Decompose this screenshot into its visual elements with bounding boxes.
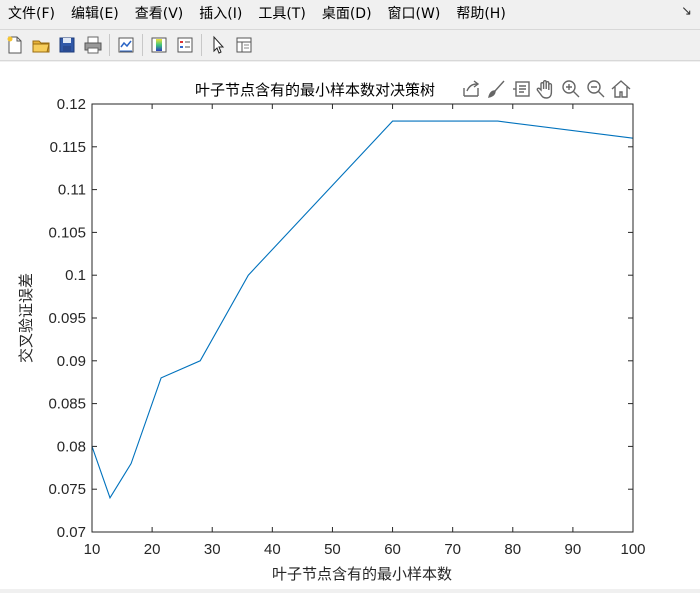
pan-icon[interactable] (536, 80, 553, 99)
menu-view[interactable]: 查看(V) (127, 0, 192, 28)
pointer-icon[interactable] (205, 32, 231, 58)
toolbar-separator (201, 34, 202, 56)
figure-toolbar (0, 29, 700, 61)
open-folder-icon[interactable] (28, 32, 54, 58)
menu-window[interactable]: 窗口(W) (380, 0, 449, 28)
y-tick-label: 0.11 (58, 182, 86, 199)
y-tick-label: 0.1 (65, 267, 86, 284)
data-tips-icon[interactable] (513, 81, 530, 97)
property-inspector-icon[interactable] (231, 32, 257, 58)
y-tick-label: 0.07 (57, 524, 86, 541)
menu-desktop[interactable]: 桌面(D) (314, 0, 380, 28)
menu-bar: 文件(F) 编辑(E) 查看(V) 插入(I) 工具(T) 桌面(D) 窗口(W… (0, 0, 700, 28)
menu-tools[interactable]: 工具(T) (250, 0, 313, 28)
y-tick-label: 0.08 (57, 438, 86, 455)
x-tick-label: 20 (144, 541, 161, 558)
figure-canvas: 10 20 30 40 50 60 70 80 90 100 0.07 0.075 0.08 0.085 0… (0, 62, 700, 589)
x-tick-label: 70 (444, 541, 461, 558)
y-tick-label: 0.09 (57, 353, 86, 370)
x-tick-label: 50 (324, 541, 341, 558)
save-icon[interactable] (54, 32, 80, 58)
x-tick-label: 40 (264, 541, 281, 558)
x-tick-label: 90 (565, 541, 582, 558)
menu-file[interactable]: 文件(F) (0, 0, 63, 28)
x-tick-label: 100 (620, 541, 645, 558)
chart-title: 叶子节点含有的最小样本数对决策树 (195, 81, 435, 99)
menu-edit[interactable]: 编辑(E) (63, 0, 127, 28)
brush-icon[interactable] (488, 80, 505, 98)
axes-background (92, 104, 633, 532)
x-tick-label: 30 (204, 541, 221, 558)
y-tick-label: 0.095 (48, 310, 86, 327)
axes-toolbar (463, 80, 631, 99)
legend-icon[interactable] (172, 32, 198, 58)
new-file-icon[interactable] (2, 32, 28, 58)
y-axis-label: 交叉验证误差 (17, 273, 35, 363)
zoom-out-icon[interactable] (587, 80, 605, 98)
y-tick-label: 0.105 (48, 224, 86, 241)
toolbar-separator (109, 34, 110, 56)
colorbar-icon[interactable] (146, 32, 172, 58)
dock-arrow-icon[interactable]: ↘ (681, 4, 692, 19)
x-tick-label: 80 (504, 541, 521, 558)
x-tick-label: 10 (84, 541, 101, 558)
home-icon[interactable] (611, 80, 631, 98)
y-tick-label: 0.115 (50, 139, 86, 156)
y-tick-label: 0.12 (57, 96, 86, 113)
print-icon[interactable] (80, 32, 106, 58)
zoom-in-icon[interactable] (562, 80, 580, 98)
menu-insert[interactable]: 插入(I) (191, 0, 250, 28)
x-axis-label: 叶子节点含有的最小样本数 (272, 565, 452, 583)
export-icon[interactable] (463, 80, 480, 97)
link-plot-icon[interactable] (113, 32, 139, 58)
menu-help[interactable]: 帮助(H) (448, 0, 513, 28)
toolbar-separator (142, 34, 143, 56)
y-tick-label: 0.075 (48, 481, 86, 498)
y-tick-label: 0.085 (48, 396, 86, 413)
line-chart: 10 20 30 40 50 60 70 80 90 100 0.07 0.075 0.08 0.085 0… (17, 80, 646, 583)
x-tick-label: 60 (384, 541, 401, 558)
